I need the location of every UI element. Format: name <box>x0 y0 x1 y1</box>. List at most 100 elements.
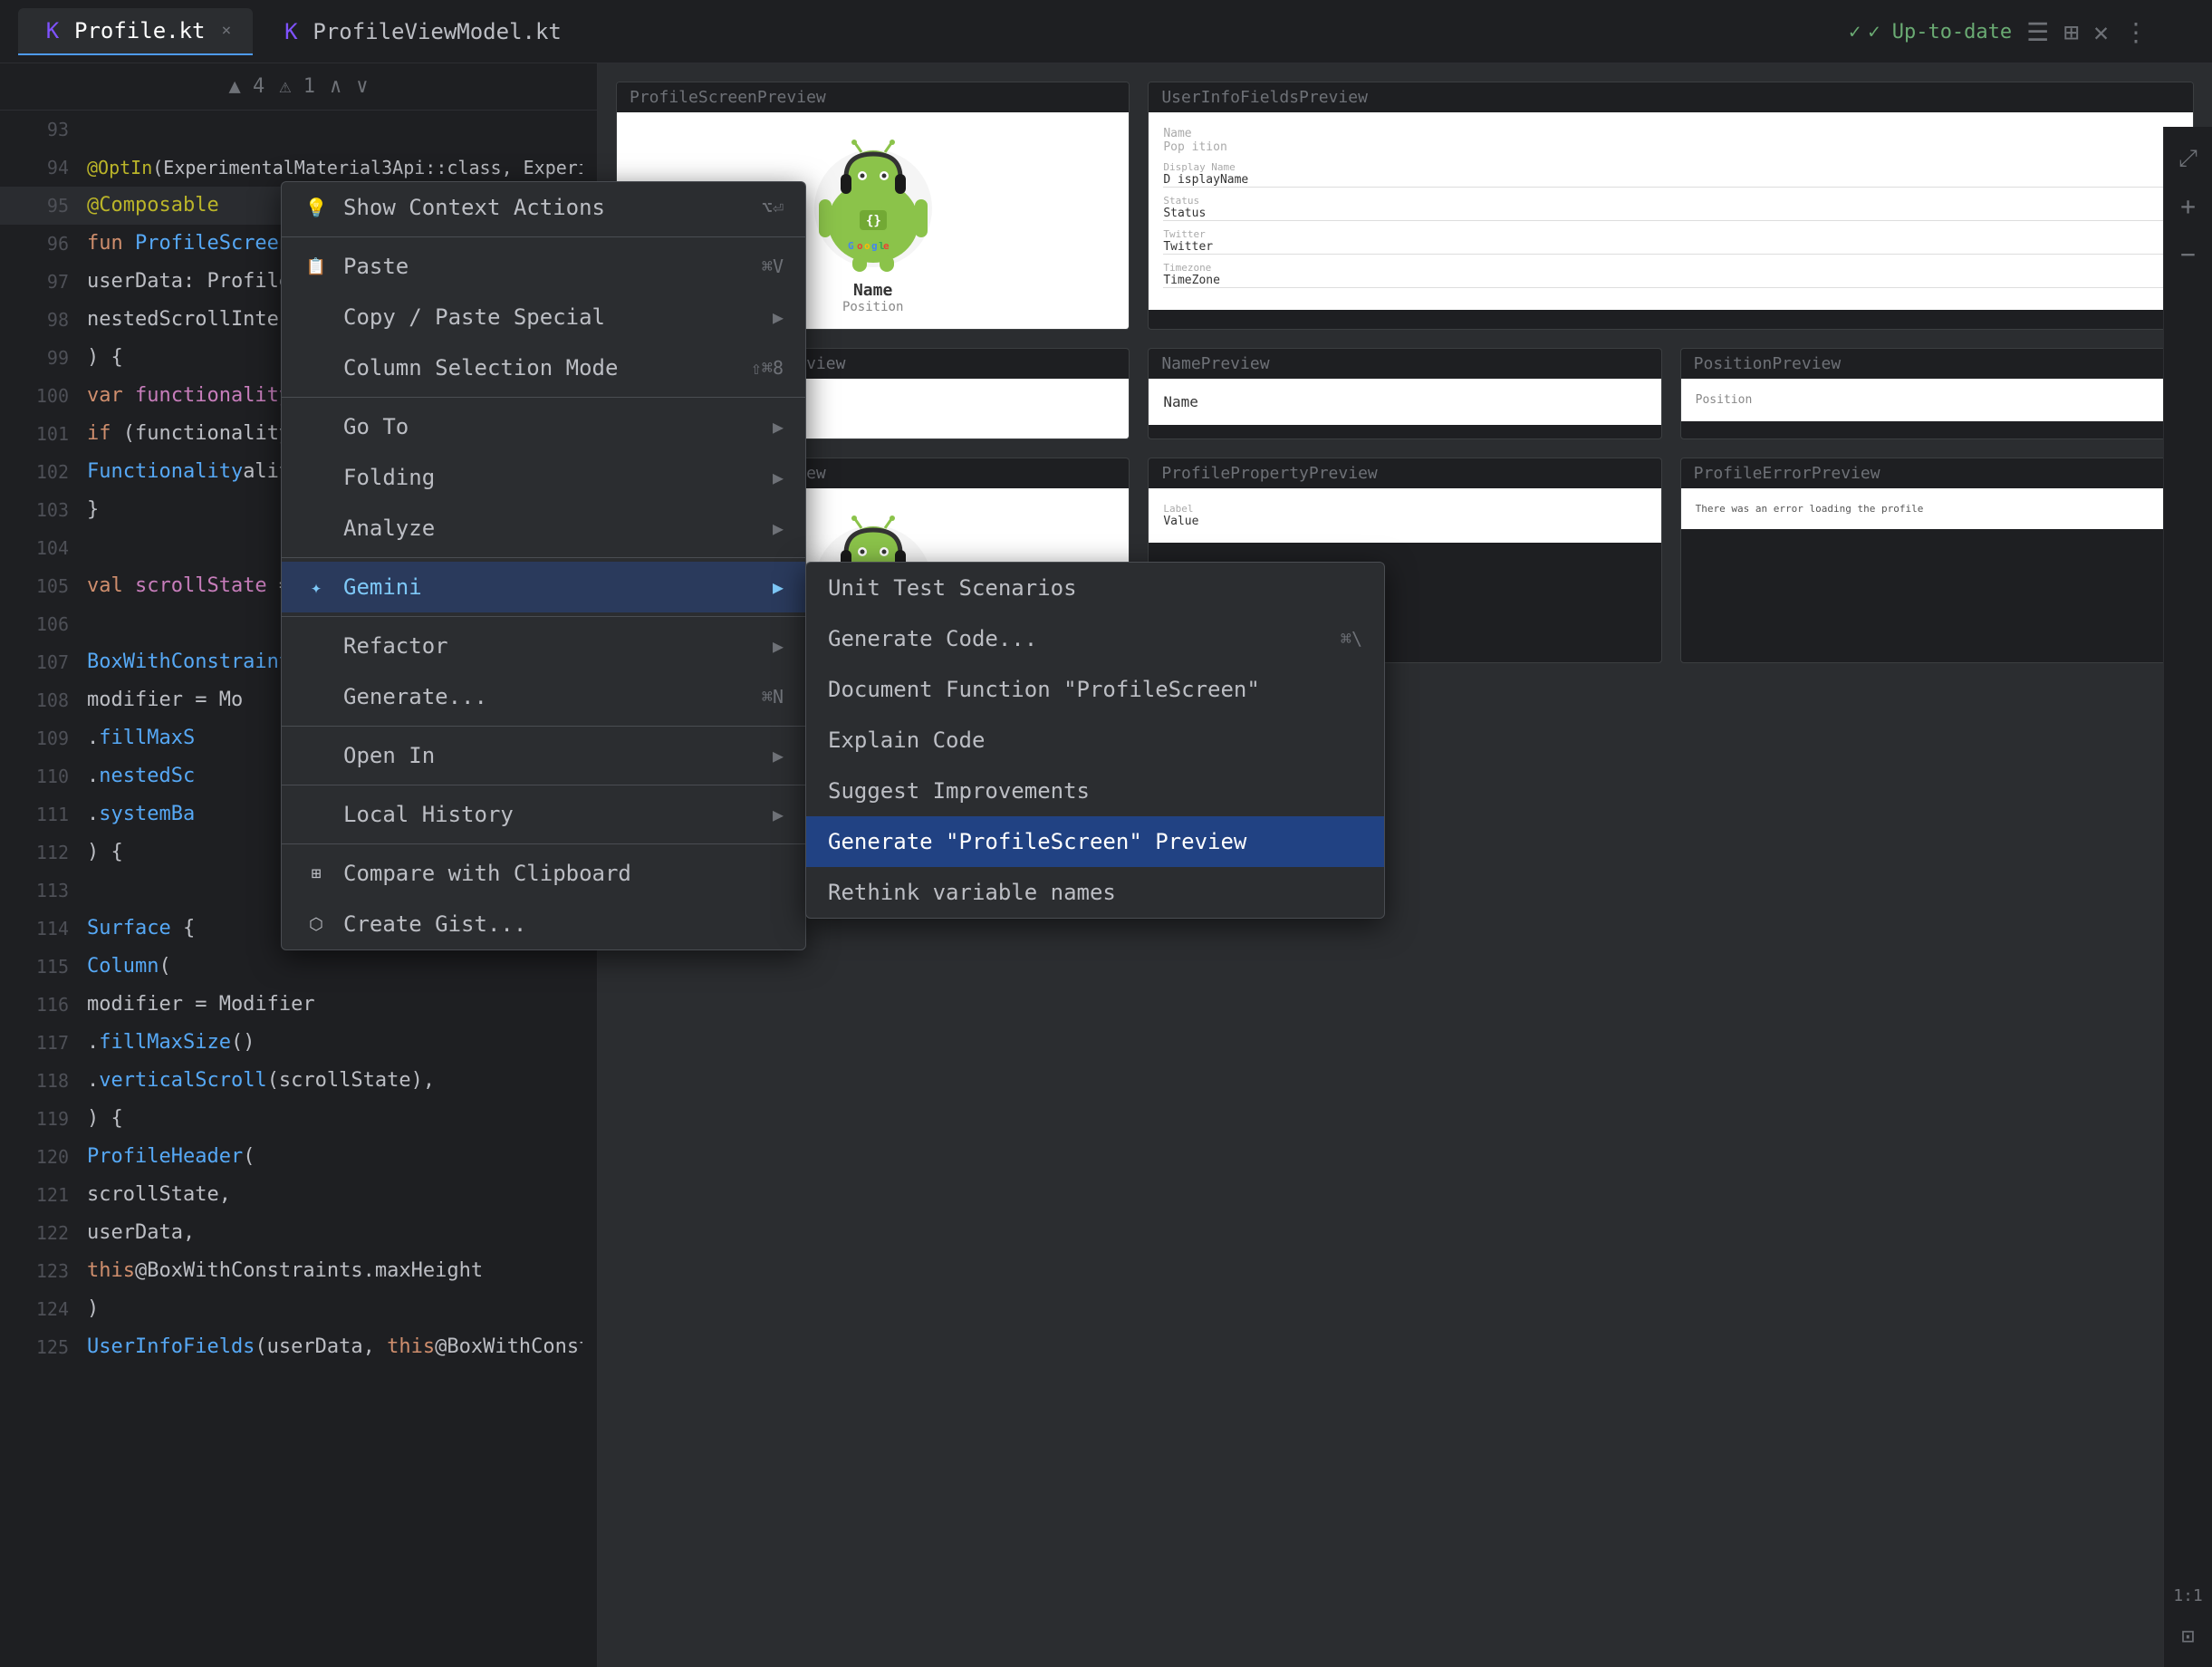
nav-up-icon[interactable]: ∧ <box>330 75 341 98</box>
separator-5 <box>282 726 805 727</box>
arrow-icon-refactor: ▶ <box>773 635 784 657</box>
menu-copy-paste-special[interactable]: Copy / Paste Special ▶ <box>282 292 805 342</box>
suggest-improvements-label: Suggest Improvements <box>828 778 1090 804</box>
menu-analyze[interactable]: Analyze ▶ <box>282 503 805 554</box>
code-line-123: 123 this@BoxWithConstraints.maxHeight <box>0 1252 597 1290</box>
expand-icon[interactable]: ⤢ <box>2178 145 2198 173</box>
menu-paste[interactable]: 📋 Paste ⌘V <box>282 241 805 292</box>
right-gutter: ⤢ + − 1:1 ⊡ <box>2163 127 2212 1667</box>
more-icon[interactable]: ⋮ <box>2123 17 2149 47</box>
code-line-121: 121 scrollState, <box>0 1176 597 1214</box>
field-twitter: Twitter Twitter <box>1163 228 2178 255</box>
menu-column-selection[interactable]: Column Selection Mode ⇧⌘8 <box>282 342 805 393</box>
document-function-label: Document Function "ProfileScreen" <box>828 677 1260 702</box>
layout-icon[interactable]: ⊞ <box>2063 17 2079 47</box>
field-status: Status Status <box>1163 195 2178 221</box>
explain-code-label: Explain Code <box>828 728 985 753</box>
position-preview-card: PositionPreview Position <box>1680 348 2194 439</box>
menu-compare-clipboard[interactable]: ⊞ Compare with Clipboard <box>282 848 805 899</box>
arrow-icon-folding: ▶ <box>773 467 784 488</box>
gemini-icon: ✦ <box>303 574 329 600</box>
hamburger-icon[interactable]: ☰ <box>2026 17 2049 47</box>
profile-screen-preview-title: ProfileScreenPreview <box>617 82 1129 112</box>
field-display-name: Display Name D isplayName <box>1163 161 2178 188</box>
up-to-date-status: ✓ ✓ Up-to-date <box>1849 21 2012 43</box>
code-line-115: 115 Column( <box>0 948 597 986</box>
kotlin-icon: K <box>40 18 65 43</box>
generate-code-shortcut: ⌘\ <box>1341 628 1362 650</box>
code-line-116: 116 modifier = Modifier <box>0 986 597 1024</box>
code-line-117: 117 .fillMaxSize() <box>0 1024 597 1062</box>
menu-folding[interactable]: Folding ▶ <box>282 452 805 503</box>
position-preview-title: PositionPreview <box>1681 349 2193 379</box>
menu-go-to[interactable]: Go To ▶ <box>282 401 805 452</box>
separator-3 <box>282 557 805 558</box>
zoom-out-icon[interactable]: − <box>2180 239 2196 269</box>
menu-open-in[interactable]: Open In ▶ <box>282 730 805 781</box>
tab-profileviewmodel-kt[interactable]: K ProfileViewModel.kt <box>256 8 583 55</box>
menu-create-gist[interactable]: ⬡ Create Gist... <box>282 899 805 949</box>
compare-icon: ⊞ <box>303 861 329 886</box>
menu-refactor[interactable]: Refactor ▶ <box>282 621 805 671</box>
status-right: ✓ ✓ Up-to-date ☰ ⊞ ✕ ⋮ <box>1849 0 2149 63</box>
submenu-generate-preview[interactable]: Generate "ProfileScreen" Preview <box>806 816 1384 867</box>
separator-2 <box>282 397 805 398</box>
name-preview-card: NamePreview Name <box>1148 348 1661 439</box>
submenu-suggest-improvements[interactable]: Suggest Improvements <box>806 766 1384 816</box>
fit-icon[interactable]: ⊡ <box>2181 1624 2194 1649</box>
profile-property-title: ProfilePropertyPreview <box>1149 458 1660 488</box>
paste-icon: 📋 <box>303 254 329 279</box>
code-line-125: 125 UserInfoFields(userData, this@BoxWit… <box>0 1328 597 1366</box>
menu-show-context-actions[interactable]: 💡 Show Context Actions ⌥⏎ <box>282 182 805 233</box>
kotlin-icon-2: K <box>278 19 303 44</box>
field-timezone: Timezone TimeZone <box>1163 262 2178 288</box>
separator-7 <box>282 843 805 844</box>
submenu-document-function[interactable]: Document Function "ProfileScreen" <box>806 664 1384 715</box>
name-preview-content: Name <box>1149 379 1660 425</box>
pin-icon[interactable]: ✕ <box>2093 17 2109 47</box>
android-bot-svg: {} G o o g l e <box>801 127 946 272</box>
arrow-icon-gemini: ▶ <box>773 576 784 598</box>
submenu-unit-test[interactable]: Unit Test Scenarios <box>806 563 1384 613</box>
bulb-icon: 💡 <box>303 195 329 220</box>
unit-test-label: Unit Test Scenarios <box>828 575 1077 601</box>
arrow-icon-analyze: ▶ <box>773 517 784 539</box>
context-menu: 💡 Show Context Actions ⌥⏎ 📋 Paste ⌘V Cop… <box>281 181 806 950</box>
generate-preview-label: Generate "ProfileScreen" Preview <box>828 829 1246 854</box>
tab-bar: K Profile.kt × K ProfileViewModel.kt ✓ ✓… <box>0 0 2212 63</box>
generate-code-label: Generate Code... <box>828 626 1326 651</box>
separator-1 <box>282 236 805 237</box>
field-name: Name Pop ition <box>1163 127 2178 154</box>
user-info-fields-title: UserInfoFieldsPreview <box>1149 82 2193 112</box>
svg-text:G: G <box>848 240 854 252</box>
copy-paste-icon <box>303 304 329 330</box>
tab-profile-kt[interactable]: K Profile.kt × <box>18 8 253 55</box>
submenu-rethink-names[interactable]: Rethink variable names <box>806 867 1384 918</box>
tab-label: Profile.kt <box>74 18 206 43</box>
editor-header: ▲ 4 ⚠ 1 ∧ ∨ <box>0 63 597 111</box>
svg-text:o: o <box>857 240 863 252</box>
github-icon: ⬡ <box>303 911 329 937</box>
arrow-icon-history: ▶ <box>773 804 784 825</box>
code-line-120: 120 ProfileHeader( <box>0 1138 597 1176</box>
code-line-122: 122 userData, <box>0 1214 597 1252</box>
arrow-icon-copy: ▶ <box>773 306 784 328</box>
warning-icon: ▲ 4 <box>229 75 265 98</box>
gemini-submenu: Unit Test Scenarios Generate Code... ⌘\ … <box>805 562 1385 919</box>
submenu-generate-code[interactable]: Generate Code... ⌘\ <box>806 613 1384 664</box>
error-icon: ⚠ 1 <box>279 75 315 98</box>
menu-generate[interactable]: Generate... ⌘N <box>282 671 805 722</box>
menu-local-history[interactable]: Local History ▶ <box>282 789 805 840</box>
nav-down-icon[interactable]: ∨ <box>356 75 368 98</box>
profile-error-content: There was an error loading the profile <box>1681 488 2193 529</box>
tab-label-2: ProfileViewModel.kt <box>313 19 562 44</box>
profile-error-title: ProfileErrorPreview <box>1681 458 2193 488</box>
profile-error-preview-card: ProfileErrorPreview There was an error l… <box>1680 458 2194 663</box>
submenu-explain-code[interactable]: Explain Code <box>806 715 1384 766</box>
svg-text:o: o <box>864 240 870 252</box>
zoom-in-icon[interactable]: + <box>2180 191 2196 221</box>
svg-text:g: g <box>871 240 878 252</box>
arrow-icon-openin: ▶ <box>773 745 784 766</box>
menu-gemini[interactable]: ✦ Gemini ▶ Unit Test Scenarios Generate … <box>282 562 805 612</box>
tab-close-icon[interactable]: × <box>222 21 232 40</box>
